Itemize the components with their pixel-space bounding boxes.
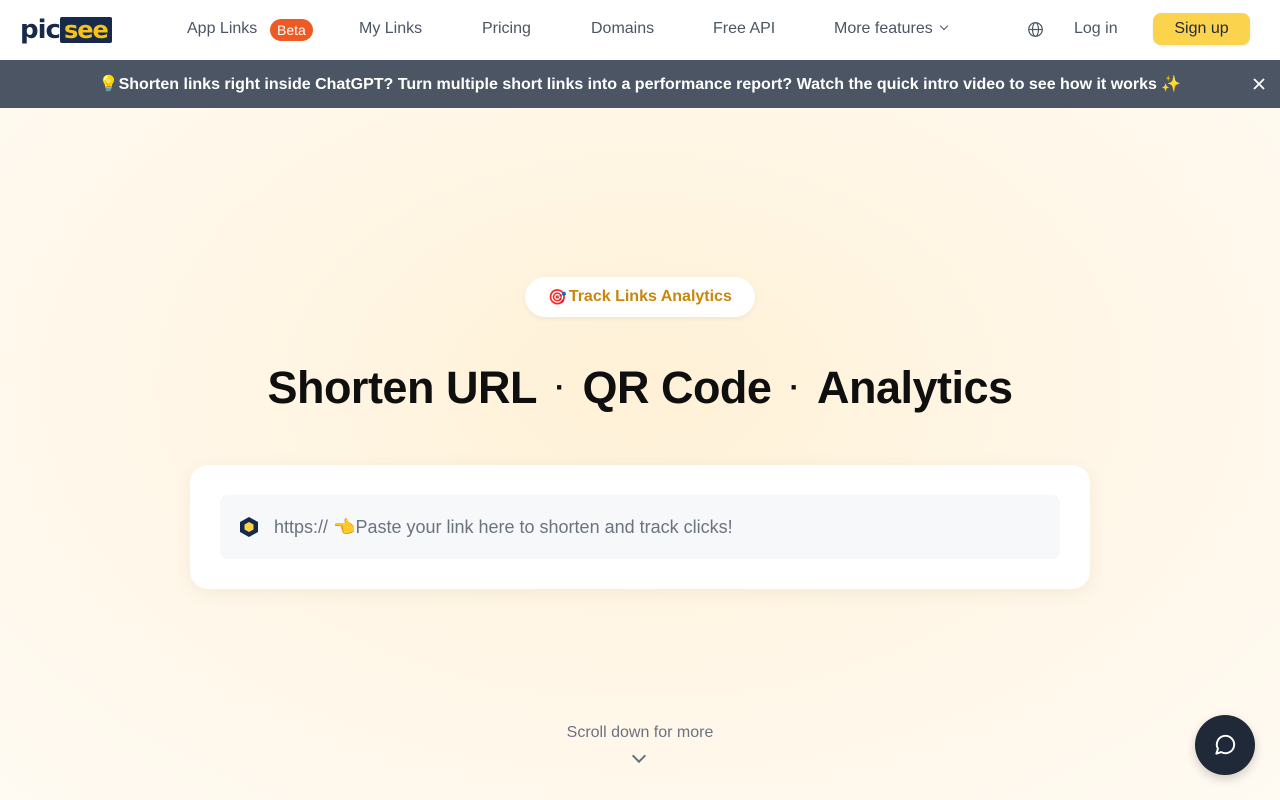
- chat-button[interactable]: [1195, 715, 1255, 775]
- hero-headline: Shorten URL · QR Code · Analytics: [0, 362, 1280, 414]
- nav-item-domains[interactable]: Domains: [591, 18, 654, 40]
- close-icon[interactable]: [1251, 76, 1267, 92]
- nav-item-app-links[interactable]: App Links: [187, 18, 257, 40]
- nav-item-pricing[interactable]: Pricing: [482, 18, 531, 40]
- url-input[interactable]: [274, 495, 1054, 559]
- logo-text-see: see: [59, 17, 112, 43]
- headline-separator: ·: [554, 371, 565, 404]
- url-input-container: [220, 495, 1060, 559]
- target-icon: 🎯: [548, 289, 567, 306]
- globe-icon[interactable]: [1027, 21, 1044, 38]
- nav-item-my-links[interactable]: My Links: [359, 18, 422, 40]
- signup-button[interactable]: Sign up: [1153, 13, 1250, 45]
- nav-item-more-features[interactable]: More features: [834, 18, 948, 40]
- headline-qr-code: QR Code: [582, 362, 772, 413]
- logo-text-pic: pic: [20, 15, 61, 45]
- picsee-hexagon-icon: [240, 517, 258, 537]
- track-analytics-pill[interactable]: 🎯 Track Links Analytics: [525, 277, 755, 317]
- top-navigation: pic see App Links Beta My Links Pricing D…: [0, 0, 1280, 60]
- nav-item-free-api[interactable]: Free API: [713, 18, 775, 40]
- headline-separator: ·: [789, 371, 799, 404]
- scroll-hint: Scroll down for more: [566, 724, 714, 741]
- more-features-label: More features: [834, 20, 933, 37]
- headline-shorten-url: Shorten URL: [267, 362, 537, 413]
- headline-analytics: Analytics: [816, 362, 1013, 413]
- beta-badge: Beta: [270, 19, 313, 41]
- pill-label: Track Links Analytics: [568, 288, 732, 305]
- hero-background: [0, 108, 1280, 800]
- banner-text[interactable]: 💡Shorten links right inside ChatGPT? Tur…: [99, 74, 1182, 94]
- chat-bubble-icon: [1215, 734, 1236, 755]
- picsee-logo[interactable]: pic see: [20, 17, 112, 43]
- login-link[interactable]: Log in: [1074, 18, 1118, 40]
- chevron-down-icon: [939, 21, 948, 31]
- announcement-banner: 💡Shorten links right inside ChatGPT? Tur…: [0, 60, 1280, 108]
- shorten-card: [190, 465, 1090, 589]
